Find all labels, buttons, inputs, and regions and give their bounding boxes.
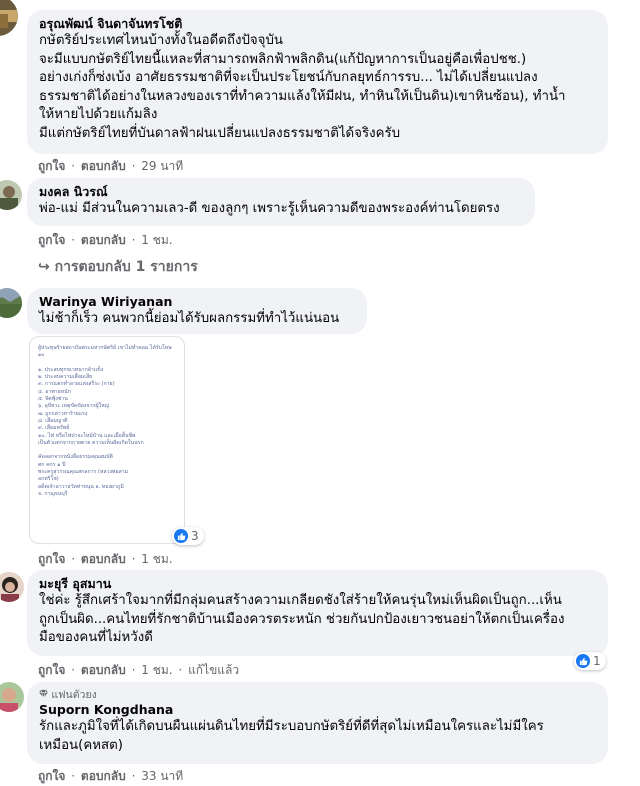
separator: ·	[131, 663, 136, 677]
reaction-count[interactable]: 1	[574, 652, 606, 670]
reply-link[interactable]: ตอบกลับ	[81, 159, 126, 173]
separator: ·	[131, 552, 136, 566]
avatar-photo	[0, 180, 22, 210]
like-link[interactable]: ถูกใจ	[38, 769, 65, 783]
comment-time[interactable]: 29 นาที	[141, 159, 183, 173]
avatar[interactable]	[0, 0, 18, 36]
avatar[interactable]	[0, 288, 22, 318]
comment-bubble: แฟนตัวยง Suporn Kongdhana รักและภูมิใจที…	[27, 682, 608, 764]
reaction-count-value: 1	[593, 654, 601, 668]
avatar-photo	[0, 572, 24, 602]
attached-image[interactable]: ผู้ประทุษร้ายสถาบันพระมหากษัตริย์ เขาไม่…	[29, 336, 185, 544]
diamond-icon	[39, 689, 51, 701]
comment-actions: ถูกใจ · ตอบกลับ · 33 นาที	[38, 767, 183, 786]
reply-link[interactable]: ตอบกลับ	[81, 769, 126, 783]
comment-text: พ่อ-แม่ มีส่วนในความเลว-ดี ของลูกๆ เพราะ…	[39, 201, 500, 216]
avatar[interactable]	[0, 682, 24, 712]
separator: ·	[131, 233, 136, 247]
comment-text: ใช่ค่ะ รู้สึกเศร้าใจมากที่มีกลุ่มคนสร้าง…	[39, 593, 565, 646]
separator: ·	[71, 552, 76, 566]
avatar-photo	[0, 288, 22, 318]
separator: ·	[71, 233, 76, 247]
avatar-photo	[0, 0, 18, 36]
separator: ·	[71, 769, 76, 783]
comment-actions: ถูกใจ · ตอบกลับ · 29 นาที	[38, 157, 183, 176]
reply-link[interactable]: ตอบกลับ	[81, 552, 126, 566]
comment-time[interactable]: 1 ชม.	[141, 552, 172, 566]
fan-badge[interactable]: แฟนตัวยง	[39, 688, 596, 702]
comment-text: ไม่ช้าก็เร็ว คนพวกนี้ย่อมได้รับผลกรรมที่…	[39, 311, 340, 326]
comment-text: รักและภูมิใจที่ได้เกิดบนผืนแผ่นดินไทยที่…	[39, 719, 544, 753]
like-link[interactable]: ถูกใจ	[38, 233, 65, 247]
comment-bubble: มะยุรี อุสมาน ใช่ค่ะ รู้สึกเศร้าใจมากที่…	[27, 570, 608, 656]
view-replies-link[interactable]: ↪ การตอบกลับ 1 รายการ	[38, 256, 198, 278]
comment-bubble: Warinya Wiriyanan ไม่ช้าก็เร็ว คนพวกนี้ย…	[27, 288, 367, 334]
separator: ·	[131, 159, 136, 173]
like-link[interactable]: ถูกใจ	[38, 663, 65, 677]
thumbs-up-icon	[174, 529, 188, 543]
comment-author[interactable]: มงคล นิวรณ์	[39, 184, 523, 200]
comment-time[interactable]: 1 ชม.	[141, 233, 172, 247]
separator: ·	[131, 769, 136, 783]
reply-link[interactable]: ตอบกลับ	[81, 663, 126, 677]
comment-time[interactable]: 1 ชม.	[141, 663, 172, 677]
thumbs-up-icon	[576, 654, 590, 668]
attached-document-text: ผู้ประทุษร้ายสถาบันพระมหากษัตริย์ เขาไม่…	[38, 345, 172, 497]
comment-time[interactable]: 33 นาที	[141, 769, 183, 783]
fan-badge-label: แฟนตัวยง	[51, 689, 97, 701]
like-link[interactable]: ถูกใจ	[38, 159, 65, 173]
like-link[interactable]: ถูกใจ	[38, 552, 65, 566]
separator: ·	[178, 663, 183, 677]
comment-actions: ถูกใจ · ตอบกลับ · 1 ชม.	[38, 550, 173, 569]
reaction-count[interactable]: 3	[172, 527, 204, 545]
avatar-photo	[0, 682, 24, 712]
comment-author[interactable]: Warinya Wiriyanan	[39, 294, 355, 310]
avatar[interactable]	[0, 180, 22, 210]
comment-author[interactable]: อรุณพัฒน์ จินดาจันทรโชติ	[39, 16, 596, 32]
edited-label[interactable]: แก้ไขแล้ว	[188, 663, 239, 677]
comment-author[interactable]: Suporn Kongdhana	[39, 702, 596, 718]
separator: ·	[71, 663, 76, 677]
separator: ·	[71, 159, 76, 173]
reply-link[interactable]: ตอบกลับ	[81, 233, 126, 247]
avatar[interactable]	[0, 572, 24, 602]
comment-bubble: มงคล นิวรณ์ พ่อ-แม่ มีส่วนในความเลว-ดี ข…	[27, 178, 535, 226]
comment-actions: ถูกใจ · ตอบกลับ · 1 ชม.	[38, 231, 173, 250]
comment-bubble: อรุณพัฒน์ จินดาจันทรโชติ กษัตริย์ประเทศไ…	[27, 10, 608, 154]
comment-author[interactable]: มะยุรี อุสมาน	[39, 576, 596, 592]
comment-actions: ถูกใจ · ตอบกลับ · 1 ชม. · แก้ไขแล้ว	[38, 661, 239, 680]
reaction-count-value: 3	[191, 529, 199, 543]
comment-text: กษัตริย์ประเทศไหนบ้างทั้งในอดีตถึงปัจจุบ…	[39, 33, 566, 141]
